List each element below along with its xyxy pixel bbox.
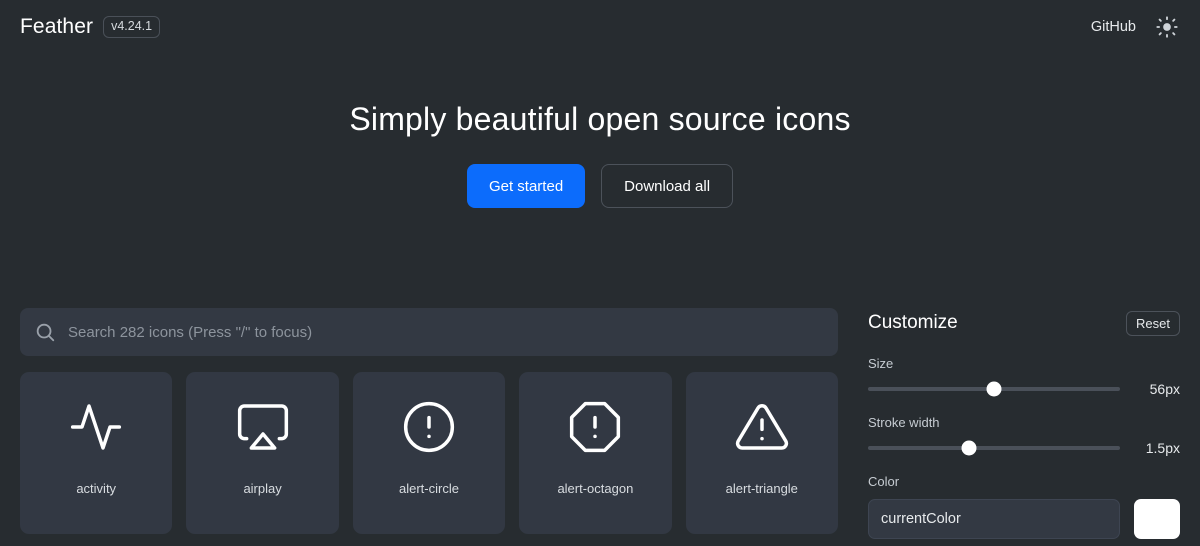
hero-actions: Get started Download all [0,164,1200,208]
reset-button[interactable]: Reset [1126,311,1180,336]
icon-card-alert-triangle[interactable]: alert-triangle [686,372,838,534]
size-value: 56px [1134,381,1180,397]
search-input[interactable] [68,308,824,356]
stroke-slider-thumb[interactable] [961,441,976,456]
theme-toggle-button[interactable] [1154,14,1180,40]
icon-card-activity[interactable]: activity [20,372,172,534]
stroke-width-label: Stroke width [868,415,1180,430]
page-title: Simply beautiful open source icons [0,100,1200,138]
header-actions: GitHub [1091,14,1180,40]
sun-icon [1156,16,1178,38]
stroke-width-value: 1.5px [1134,440,1180,456]
icon-card-alert-octagon[interactable]: alert-octagon [519,372,671,534]
customize-title: Customize [868,312,958,334]
feather-icons-page: Feather v4.24.1 GitHub Simpl [0,0,1200,546]
airplay-icon [235,372,291,482]
get-started-button[interactable]: Get started [467,164,585,208]
stroke-slider-track [868,446,1120,450]
icon-label: alert-circle [399,482,459,495]
brand: Feather v4.24.1 [20,15,160,39]
download-all-button[interactable]: Download all [601,164,733,208]
alert-circle-icon [401,372,457,482]
size-slider[interactable] [868,381,1120,397]
customize-header: Customize Reset [868,308,1180,338]
icon-grid: activity airplay [20,372,838,534]
hero-section: Simply beautiful open source icons Get s… [0,100,1200,208]
size-slider-thumb[interactable] [987,382,1002,397]
size-label: Size [868,356,1180,371]
icons-column: activity airplay [20,308,838,546]
alert-octagon-icon [567,372,623,482]
size-slider-row: 56px [868,381,1180,397]
customize-panel: Customize Reset Size 56px Stroke width [868,308,1180,546]
search-icon [34,321,56,343]
icon-card-alert-circle[interactable]: alert-circle [353,372,505,534]
color-field: Color [868,474,1180,539]
color-label: Color [868,474,1180,489]
icon-card-airplay[interactable]: airplay [186,372,338,534]
alert-triangle-icon [734,372,790,482]
brand-name: Feather [20,15,93,39]
site-header: Feather v4.24.1 GitHub [0,0,1200,54]
color-input[interactable] [868,499,1120,539]
stroke-width-field: Stroke width 1.5px [868,415,1180,456]
icon-label: activity [76,482,116,495]
activity-icon [68,372,124,482]
icon-label: airplay [243,482,281,495]
color-swatch[interactable] [1134,499,1180,539]
main-content: activity airplay [0,308,1200,546]
icon-label: alert-octagon [557,482,633,495]
icon-label: alert-triangle [726,482,798,495]
stroke-slider-row: 1.5px [868,440,1180,456]
github-link[interactable]: GitHub [1091,19,1136,35]
color-row [868,499,1180,539]
stroke-width-slider[interactable] [868,440,1120,456]
search-bar[interactable] [20,308,838,356]
version-badge: v4.24.1 [103,16,160,38]
size-field: Size 56px [868,356,1180,397]
